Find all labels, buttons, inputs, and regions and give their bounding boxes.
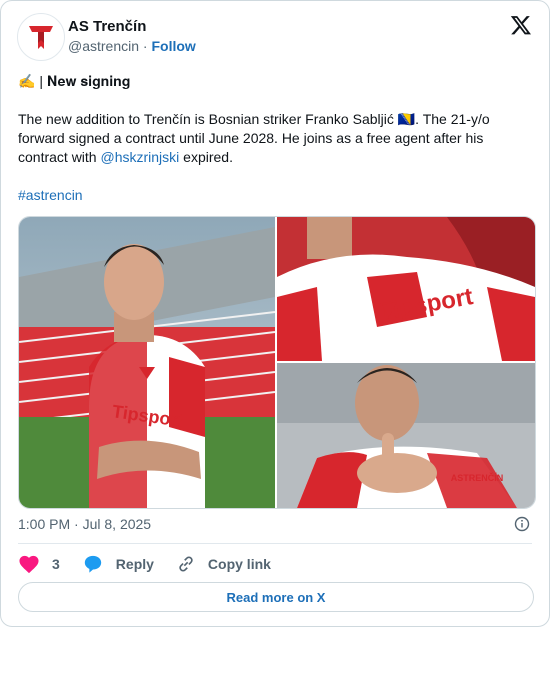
account-name[interactable]: AS Trenčín	[68, 18, 146, 35]
separator: ·	[74, 516, 79, 532]
tweet-body-end: expired.	[179, 149, 233, 165]
tweet-card: AS Trenčín @astrencin · Follow ✍️ | 𝐍𝐞𝐰 …	[0, 0, 550, 627]
account-handle[interactable]: @astrencin	[68, 38, 139, 54]
reply-button[interactable]: Reply	[82, 554, 154, 574]
tweet-body-text: The new addition to Trenčín is Bosnian s…	[18, 111, 490, 165]
sponsor-text: ASTRENČÍN	[451, 472, 504, 483]
copy-link-label: Copy link	[207, 556, 271, 572]
date: Jul 8, 2025	[82, 516, 152, 532]
separator: ·	[142, 38, 148, 54]
x-logo-icon[interactable]	[510, 14, 532, 41]
hashtag-row: #astrencin	[18, 186, 534, 205]
player-pointing-photo[interactable]: ASTRENČÍN	[277, 363, 535, 508]
action-bar: 3 Reply Copy link	[18, 551, 293, 577]
info-icon[interactable]	[514, 516, 530, 537]
copy-link-button[interactable]: Copy link	[176, 554, 271, 574]
mention-link[interactable]: @hskzrinjski	[100, 149, 179, 165]
like-button[interactable]: 3	[18, 554, 60, 574]
player-portrait-photo[interactable]: Tipsport	[19, 217, 275, 508]
timestamp[interactable]: 1:00 PM · Jul 8, 2025	[18, 516, 151, 532]
media-grid: Tipsport Tipsport ASTRENČÍN	[18, 216, 536, 509]
handle-row: @astrencin · Follow	[68, 38, 196, 54]
tweet-heading: ✍️ | 𝐍𝐞𝐰 𝐬𝐢𝐠𝐧𝐢𝐧𝐠	[18, 73, 131, 89]
link-icon	[179, 556, 193, 572]
read-more-button[interactable]: Read more on X	[18, 582, 534, 612]
heart-icon	[19, 555, 39, 574]
time: 1:00 PM	[18, 516, 71, 532]
like-count: 3	[52, 556, 60, 572]
follow-link[interactable]: Follow	[151, 38, 195, 54]
avatar[interactable]	[17, 13, 65, 61]
reply-label: Reply	[115, 556, 154, 572]
reply-icon	[84, 555, 101, 573]
club-logo-icon	[29, 26, 53, 49]
divider	[18, 543, 532, 544]
jersey-closeup-photo[interactable]: Tipsport	[277, 217, 535, 361]
hashtag-link[interactable]: #astrencin	[18, 187, 83, 203]
tweet-body: The new addition to Trenčín is Bosnian s…	[18, 110, 534, 167]
